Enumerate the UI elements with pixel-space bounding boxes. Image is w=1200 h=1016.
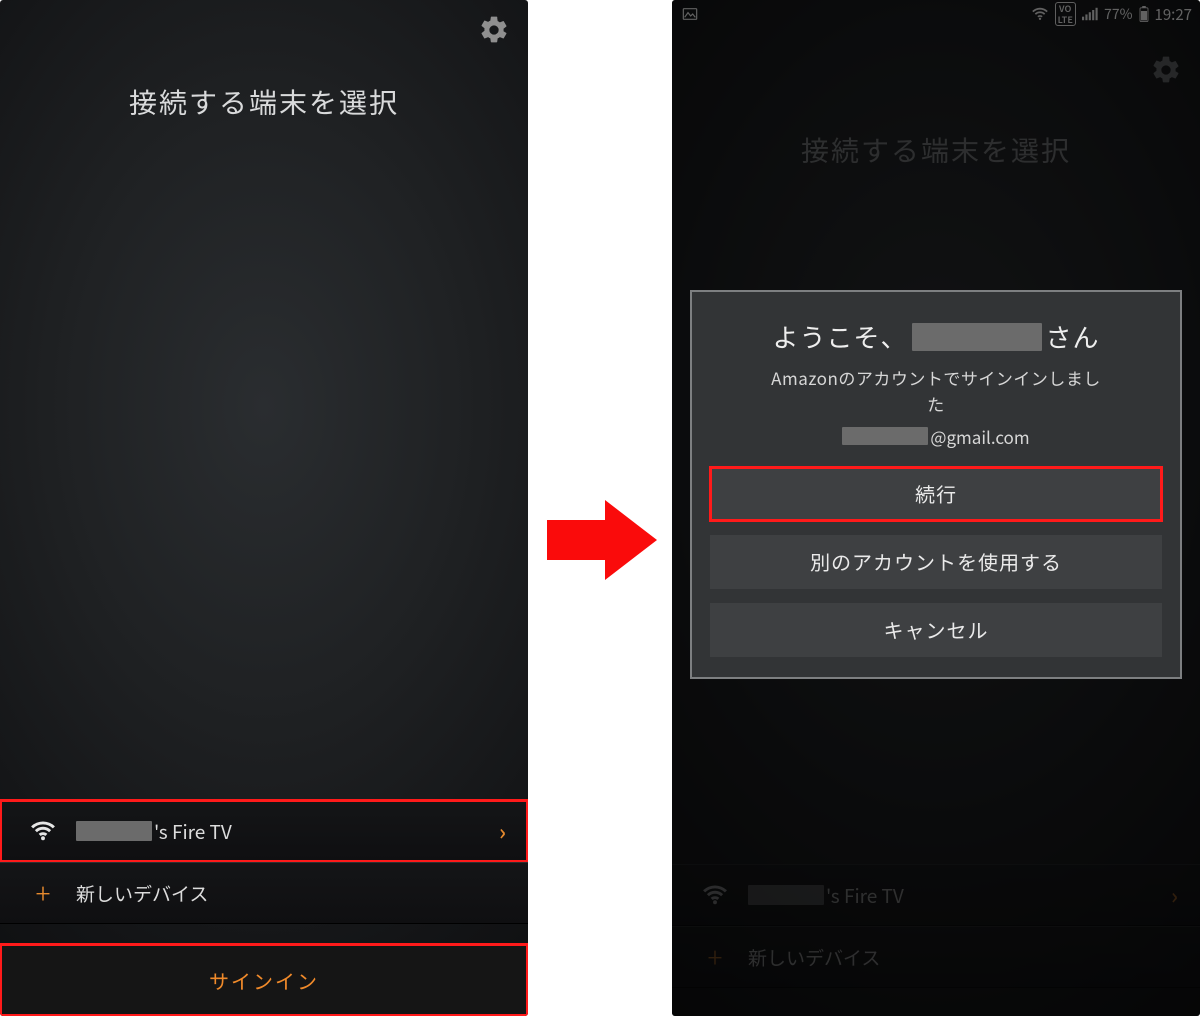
new-device-row[interactable]: + 新しいデバイス [0, 862, 528, 924]
chevron-right-icon: › [499, 815, 506, 847]
cancel-button[interactable]: キャンセル [710, 603, 1162, 657]
redacted-username [76, 821, 152, 841]
use-other-account-button[interactable]: 別のアカウントを使用する [710, 535, 1162, 589]
dialog-email: @gmail.com [710, 424, 1162, 449]
signin-button[interactable]: サインイン [0, 944, 528, 1016]
wifi-icon [24, 818, 62, 844]
device-name: 's Fire TV [76, 818, 232, 845]
continue-button[interactable]: 続行 [710, 467, 1162, 521]
dialog-title: ようこそ、 さん [710, 318, 1162, 355]
arrow-right-icon [547, 496, 659, 584]
redacted-email [842, 427, 928, 445]
device-list: 's Fire TV › + 新しいデバイス [0, 800, 528, 924]
dialog-subtitle: Amazonのアカウントでサインインしまし た [710, 365, 1162, 418]
screen-welcome-dialog: VO LTE 77% [672, 0, 1200, 1016]
page-title: 接続する端末を選択 [0, 82, 528, 122]
screen-select-device: 接続する端末を選択 's Fire TV › + 新しいデバイス サインイン [0, 0, 528, 1016]
new-device-label: 新しいデバイス [76, 880, 208, 907]
welcome-dialog: ようこそ、 さん Amazonのアカウントでサインインしまし た @gmail.… [690, 290, 1182, 679]
plus-icon: + [24, 873, 62, 913]
redacted-username [912, 323, 1042, 351]
settings-gear-icon[interactable] [478, 14, 510, 51]
device-row-firetv[interactable]: 's Fire TV › [0, 800, 528, 862]
